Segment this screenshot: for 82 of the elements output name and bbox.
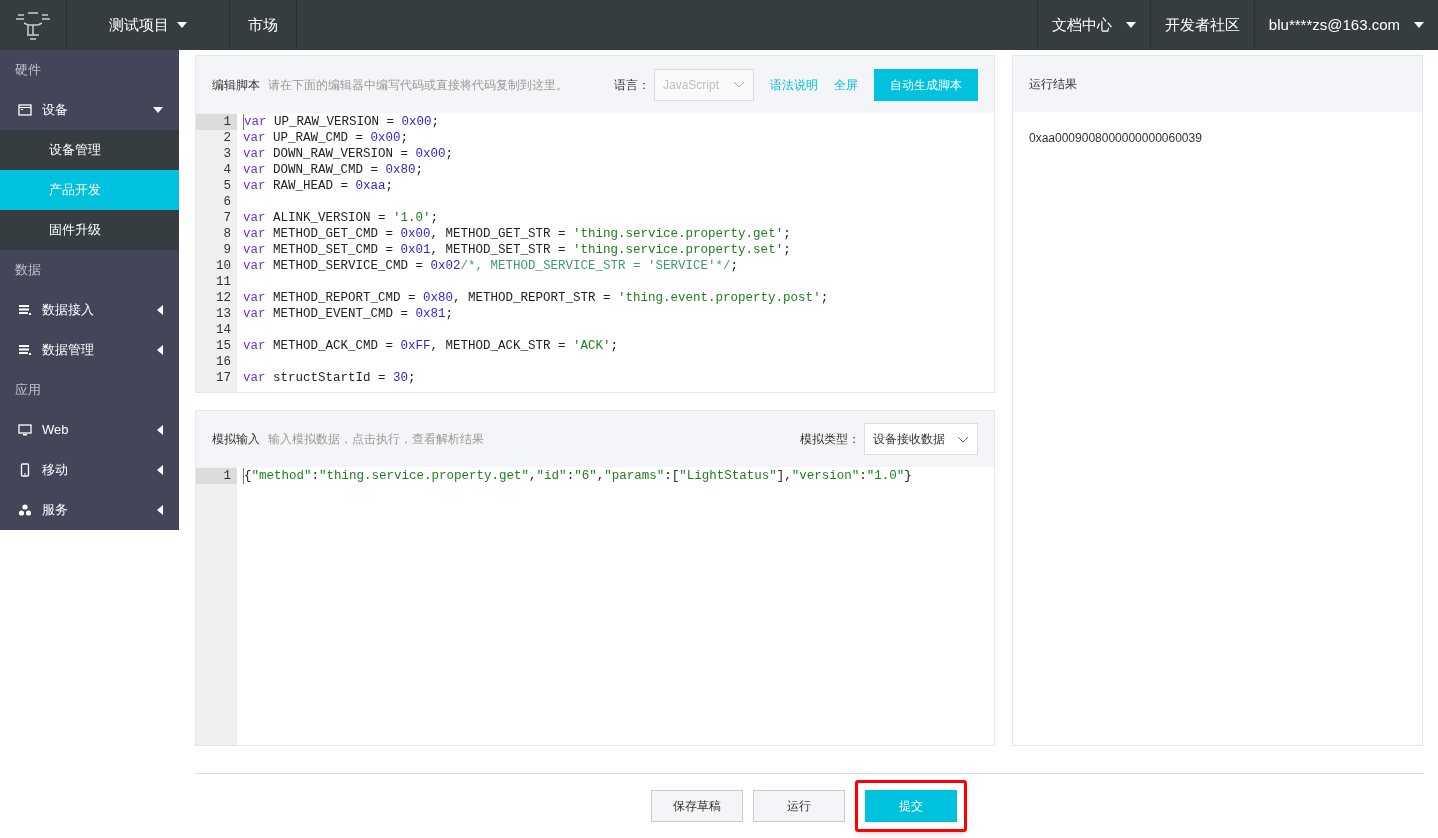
result-output: 0xaa0009008000000000060039 bbox=[1028, 130, 1203, 147]
line-number: 10 bbox=[215, 258, 232, 274]
sidebar-item[interactable]: Web bbox=[0, 410, 179, 450]
panel-title: 运行结果 bbox=[1029, 76, 1077, 93]
line-number: 5 bbox=[222, 178, 232, 194]
code-line: var METHOD_GET_CMD = 0x00, METHOD_GET_STR = 'thing.service.property.get'; bbox=[243, 227, 791, 241]
section-title: 硬件 bbox=[14, 61, 42, 80]
cluster-icon bbox=[18, 503, 32, 517]
line-number: 1 bbox=[196, 114, 237, 130]
sidebar-item[interactable]: 移动 bbox=[0, 450, 179, 490]
list-icon bbox=[18, 303, 32, 317]
sidebar-item-label: 数据管理 bbox=[42, 341, 95, 360]
caret-down-icon bbox=[153, 107, 163, 113]
code-line: var ALINK_VERSION = '1.0'; bbox=[243, 211, 439, 225]
line-number: 7 bbox=[222, 210, 232, 226]
sidebar-item-label: 服务 bbox=[42, 501, 69, 520]
panel-hint: 请在下面的编辑器中编写代码或直接将代码复制到这里。 bbox=[268, 76, 569, 94]
code-line: var UP_RAW_VERSION = 0x00; bbox=[244, 115, 440, 129]
caret-left-icon bbox=[157, 425, 163, 435]
sidebar-item-label: Web bbox=[42, 421, 70, 440]
code-line: var structStartId = 30; bbox=[243, 371, 416, 385]
section-title: 应用 bbox=[14, 381, 42, 400]
code-line: var METHOD_REPORT_CMD = 0x80, METHOD_REPORT_STR = 'thing.event.property.post'; bbox=[243, 291, 829, 305]
caret-left-icon bbox=[157, 505, 163, 515]
caret-left-icon bbox=[157, 305, 163, 315]
logo-icon bbox=[14, 9, 52, 41]
sidebar-item-label: 移动 bbox=[42, 461, 69, 480]
sidebar-item[interactable]: 数据管理 bbox=[0, 330, 179, 370]
chevron-down-icon bbox=[957, 435, 969, 443]
line-number: 2 bbox=[222, 130, 232, 146]
caret-down-icon bbox=[177, 22, 187, 28]
line-number: 4 bbox=[222, 162, 232, 178]
code-line: var METHOD_EVENT_CMD = 0x81; bbox=[243, 307, 454, 321]
line-number: 17 bbox=[215, 370, 232, 386]
line-number: 12 bbox=[215, 290, 232, 306]
code-line: {"method":"thing.service.property.get","id":"6","params":["LightStatus"],"version":"1.0"} bbox=[244, 469, 912, 483]
line-number: 1 bbox=[196, 468, 237, 484]
action-button[interactable]: 运行 bbox=[753, 790, 845, 822]
code-line: var METHOD_SET_CMD = 0x01, METHOD_SET_STR = 'thing.service.property.set'; bbox=[243, 243, 791, 257]
line-number: 16 bbox=[215, 354, 232, 370]
panel-title: 编辑脚本 bbox=[212, 76, 260, 94]
line-number: 14 bbox=[215, 322, 232, 338]
caret-left-icon bbox=[157, 465, 163, 475]
language-label: 语言： bbox=[614, 76, 650, 94]
line-number: 13 bbox=[215, 306, 232, 322]
line-number: 3 bbox=[222, 146, 232, 162]
sidebar-item-label: 数据接入 bbox=[42, 301, 95, 320]
sidebar-item-label: 设备 bbox=[42, 101, 69, 120]
panel-hint: 输入模拟数据，点击执行，查看解析结果 bbox=[268, 431, 485, 448]
panel-title: 模拟输入 bbox=[212, 431, 260, 448]
code-line: var DOWN_RAW_VERSION = 0x00; bbox=[243, 147, 454, 161]
monitor-icon bbox=[18, 423, 32, 437]
sidebar-item[interactable]: 服务 bbox=[0, 490, 179, 530]
code-line: var DOWN_RAW_CMD = 0x80; bbox=[243, 163, 424, 177]
caret-down-icon bbox=[1125, 22, 1136, 28]
nav-link[interactable]: 开发者社区 bbox=[1149, 0, 1254, 50]
line-number: 9 bbox=[222, 242, 232, 258]
action-button[interactable]: 保存草稿 bbox=[651, 790, 743, 822]
code-line: var METHOD_ACK_CMD = 0xFF, METHOD_ACK_STR = 'ACK'; bbox=[243, 339, 619, 353]
sidebar-subitem[interactable]: 设备管理 bbox=[0, 130, 179, 170]
chevron-down-icon bbox=[733, 81, 745, 88]
line-number: 11 bbox=[215, 274, 232, 290]
simulation-type-select[interactable]: 设备接收数据 bbox=[864, 423, 978, 455]
code-line: var RAW_HEAD = 0xaa; bbox=[243, 179, 394, 193]
sidebar-subitem[interactable]: 固件升级 bbox=[0, 210, 179, 250]
window-icon bbox=[18, 103, 32, 117]
list-icon bbox=[18, 343, 32, 357]
line-number: 15 bbox=[215, 338, 232, 354]
phone-icon bbox=[18, 463, 32, 477]
line-number: 6 bbox=[222, 194, 232, 210]
code-line: var METHOD_SERVICE_CMD = 0x02/*, METHOD_SERVICE_STR = 'SERVICE'*/; bbox=[243, 259, 739, 273]
nav-menu[interactable]: blu****zs@163.com bbox=[1253, 0, 1438, 50]
sidebar-item[interactable]: 设备 bbox=[0, 90, 179, 130]
code-line: var UP_RAW_CMD = 0x00; bbox=[243, 131, 409, 145]
caret-down-icon bbox=[1414, 22, 1424, 28]
section-title: 数据 bbox=[14, 261, 42, 280]
nav-link[interactable]: 市场 bbox=[230, 0, 297, 50]
sidebar-item[interactable]: 数据接入 bbox=[0, 290, 179, 330]
caret-left-icon bbox=[157, 345, 163, 355]
line-number: 8 bbox=[222, 226, 232, 242]
simulation-type-label: 模拟类型： bbox=[800, 431, 860, 448]
nav-menu[interactable]: 文档中心 bbox=[1036, 0, 1150, 50]
